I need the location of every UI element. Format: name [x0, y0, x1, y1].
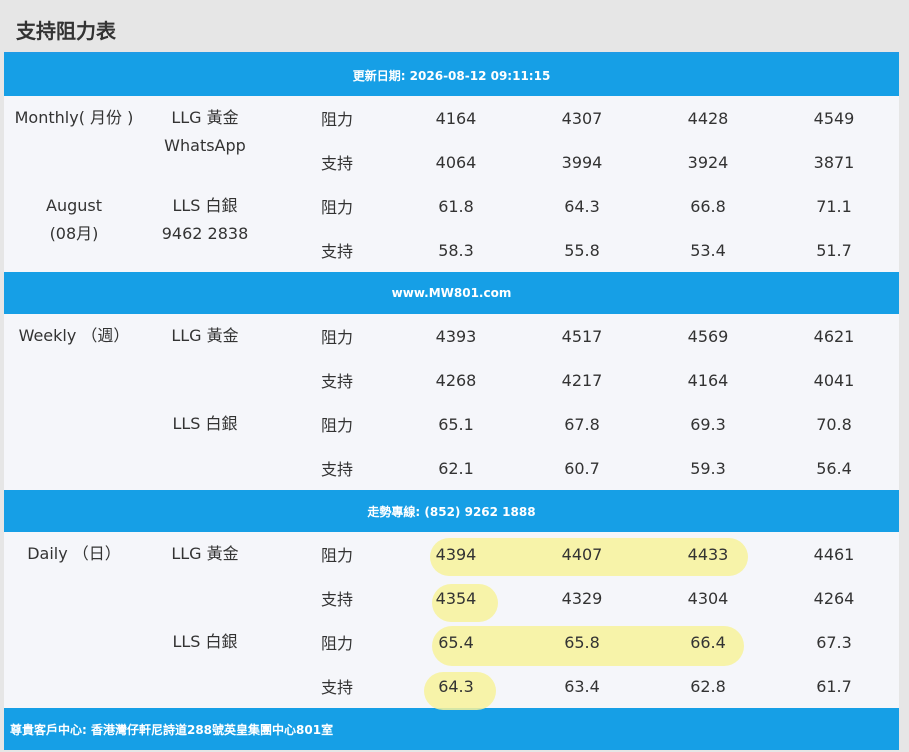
value-cell: 61.7 — [816, 676, 852, 696]
value-cell: 53.4 — [690, 240, 726, 260]
value-cell: 4393 — [435, 326, 477, 346]
value-cell: 4517 — [561, 326, 603, 346]
value-cell: 4394 — [435, 544, 477, 564]
table-row: 阻力 4394 4407 4433 4461 — [4, 532, 899, 576]
value-cell: 3994 — [561, 152, 603, 172]
value-cell: 62.8 — [690, 676, 726, 696]
type-label: 支持 — [320, 242, 353, 261]
type-label: 支持 — [320, 590, 353, 609]
value-cell: 4164 — [687, 370, 729, 390]
value-cell: 4041 — [813, 370, 855, 390]
value-cell: 4304 — [687, 588, 729, 608]
value-cell: 4407 — [561, 544, 603, 564]
table-row: 支持 4354 4329 4304 4264 — [4, 576, 899, 620]
weekly-section: Weekly （週） LLG 黃金 LLS 白銀 阻力 4393 4517 45… — [4, 314, 899, 490]
support-resistance-table: 更新日期: 2026-08-12 09:11:15 Monthly( 月份 ) … — [4, 54, 899, 750]
value-cell: 58.3 — [438, 240, 474, 260]
table-row: 支持 4268 4217 4164 4041 — [4, 358, 899, 402]
table-row: 支持 58.3 55.8 53.4 51.7 — [4, 228, 899, 272]
value-cell: 63.4 — [564, 676, 600, 696]
table-row: 阻力 61.8 64.3 66.8 71.1 — [4, 184, 899, 228]
value-cell: 4428 — [687, 108, 729, 128]
value-cell: 4329 — [561, 588, 603, 608]
value-cell: 4461 — [813, 544, 855, 564]
value-cell: 66.4 — [690, 632, 726, 652]
value-cell: 59.3 — [690, 458, 726, 478]
type-label: 阻力 — [320, 328, 353, 347]
value-cell: 4569 — [687, 326, 729, 346]
type-label: 阻力 — [320, 634, 353, 653]
value-cell: 3871 — [813, 152, 855, 172]
value-cell: 4264 — [813, 588, 855, 608]
table-row: 支持 4064 3994 3924 3871 — [4, 140, 899, 184]
table-row: 支持 64.3 63.4 62.8 61.7 — [4, 664, 899, 708]
value-cell: 4217 — [561, 370, 603, 390]
value-cell: 60.7 — [564, 458, 600, 478]
support-resistance-card: 支持阻力表 更新日期: 2026-08-12 09:11:15 Monthly(… — [4, 4, 899, 750]
table-row: 支持 62.1 60.7 59.3 56.4 — [4, 446, 899, 490]
type-label: 阻力 — [320, 110, 353, 129]
value-cell: 4268 — [435, 370, 477, 390]
value-cell: 56.4 — [816, 458, 852, 478]
value-cell: 65.1 — [438, 414, 474, 434]
table-row: 阻力 4164 4307 4428 4549 — [4, 96, 899, 140]
value-cell: 67.8 — [564, 414, 600, 434]
type-label: 支持 — [320, 372, 353, 391]
value-cell: 71.1 — [816, 196, 852, 216]
value-cell: 64.3 — [564, 196, 600, 216]
value-cell: 66.8 — [690, 196, 726, 216]
value-cell: 69.3 — [690, 414, 726, 434]
value-cell: 70.8 — [816, 414, 852, 434]
value-cell: 4164 — [435, 108, 477, 128]
value-cell: 4621 — [813, 326, 855, 346]
hotline-band: 走勢專線: (852) 9262 1888 — [4, 490, 899, 532]
website-band: www.MW801.com — [4, 272, 899, 314]
table-row: 阻力 65.4 65.8 66.4 67.3 — [4, 620, 899, 664]
type-label: 支持 — [320, 460, 353, 479]
monthly-section: Monthly( 月份 ) August (08月) LLG 黃金 WhatsA… — [4, 96, 899, 272]
value-cell: 55.8 — [564, 240, 600, 260]
type-label: 阻力 — [320, 198, 353, 217]
value-cell: 62.1 — [438, 458, 474, 478]
title-bar: 支持阻力表 — [4, 4, 899, 54]
value-cell: 67.3 — [816, 632, 852, 652]
update-date-band: 更新日期: 2026-08-12 09:11:15 — [4, 54, 899, 96]
value-cell: 64.3 — [438, 676, 474, 696]
type-label: 阻力 — [320, 546, 353, 565]
type-label: 支持 — [320, 678, 353, 697]
value-cell: 4064 — [435, 152, 477, 172]
value-cell: 61.8 — [438, 196, 474, 216]
value-cell: 4549 — [813, 108, 855, 128]
value-cell: 51.7 — [816, 240, 852, 260]
table-row: 阻力 65.1 67.8 69.3 70.8 — [4, 402, 899, 446]
type-label: 阻力 — [320, 416, 353, 435]
type-label: 支持 — [320, 154, 353, 173]
table-row: 阻力 4393 4517 4569 4621 — [4, 314, 899, 358]
value-cell: 4307 — [561, 108, 603, 128]
value-cell: 4354 — [435, 588, 477, 608]
value-cell: 65.4 — [438, 632, 474, 652]
page-title: 支持阻力表 — [16, 19, 116, 43]
daily-section: Daily （日） LLG 黃金 LLS 白銀 阻力 4394 4407 443… — [4, 532, 899, 710]
customer-centre-band: 尊貴客戶中心: 香港灣仔軒尼詩道288號英皇集團中心801室 — [4, 708, 899, 750]
value-cell: 4433 — [687, 544, 729, 564]
value-cell: 3924 — [687, 152, 729, 172]
value-cell: 65.8 — [564, 632, 600, 652]
